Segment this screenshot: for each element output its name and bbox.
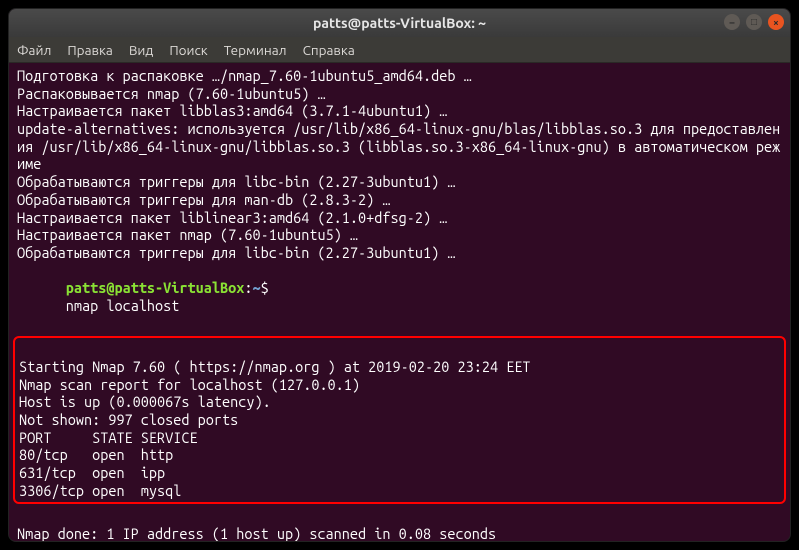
prompt-line-1: patts@patts-VirtualBox:~$ nmap localhost [17, 262, 782, 333]
output-line: Not shown: 997 closed ports [19, 411, 780, 429]
menu-view[interactable]: Вид [129, 42, 153, 58]
output-line: Настраивается пакет liblinear3:amd64 (2.… [17, 209, 782, 227]
terminal-window: patts@patts-VirtualBox: ~ – □ × Файл Пра… [8, 8, 791, 542]
output-line: Настраивается пакет nmap (7.60-1ubuntu5)… [17, 226, 782, 244]
output-line: Подготовка к распаковке …/nmap_7.60-1ubu… [17, 67, 782, 85]
output-line: update-alternatives: используется /usr/l… [17, 120, 782, 173]
prompt-symbol: $ [261, 279, 269, 296]
output-line: Nmap done: 1 IP address (1 host up) scan… [17, 525, 782, 542]
after-output: Nmap done: 1 IP address (1 host up) scan… [17, 508, 782, 543]
output-line: Обрабатываются триггеры для man-db (2.8.… [17, 191, 782, 209]
output-line: Host is up (0.000067s latency). [19, 393, 780, 411]
output-line: Nmap scan report for localhost (127.0.0.… [19, 376, 780, 394]
maximize-button[interactable]: □ [746, 14, 762, 30]
menu-search[interactable]: Поиск [169, 42, 207, 58]
output-line: 80/tcp open http [19, 446, 780, 464]
output-block: Подготовка к распаковке …/nmap_7.60-1ubu… [17, 67, 782, 262]
output-line: Starting Nmap 7.60 ( https://nmap.org ) … [19, 358, 780, 376]
window-controls: – □ × [724, 14, 784, 30]
menu-edit[interactable]: Правка [67, 42, 112, 58]
output-line: Распаковывается nmap (7.60-1ubuntu5) … [17, 85, 782, 103]
output-line [19, 340, 780, 358]
prompt-path: ~ [253, 279, 261, 296]
minimize-button[interactable]: – [724, 14, 740, 30]
output-line: Настраивается пакет libblas3:amd64 (3.7.… [17, 102, 782, 120]
terminal-content[interactable]: Подготовка к распаковке …/nmap_7.60-1ubu… [9, 63, 790, 542]
prompt-user: patts@patts-VirtualBox [66, 279, 245, 296]
output-line: Обрабатываются триггеры для libc-bin (2.… [17, 244, 782, 262]
window-title: patts@patts-VirtualBox: ~ [313, 15, 486, 31]
titlebar: patts@patts-VirtualBox: ~ – □ × [9, 9, 790, 37]
menu-help[interactable]: Справка [303, 42, 355, 58]
output-line: 631/tcp open ipp [19, 464, 780, 482]
menubar: Файл Правка Вид Поиск Терминал Справка [9, 37, 790, 63]
command-text: nmap localhost [66, 297, 180, 314]
output-line: Обрабатываются триггеры для libc-bin (2.… [17, 173, 782, 191]
menu-file[interactable]: Файл [17, 42, 51, 58]
highlighted-output: Starting Nmap 7.60 ( https://nmap.org ) … [13, 336, 786, 503]
menu-terminal[interactable]: Терминал [224, 42, 287, 58]
output-line: 3306/tcp open mysql [19, 482, 780, 500]
output-line: PORT STATE SERVICE [19, 429, 780, 447]
close-button[interactable]: × [768, 14, 784, 30]
output-line [17, 508, 782, 526]
